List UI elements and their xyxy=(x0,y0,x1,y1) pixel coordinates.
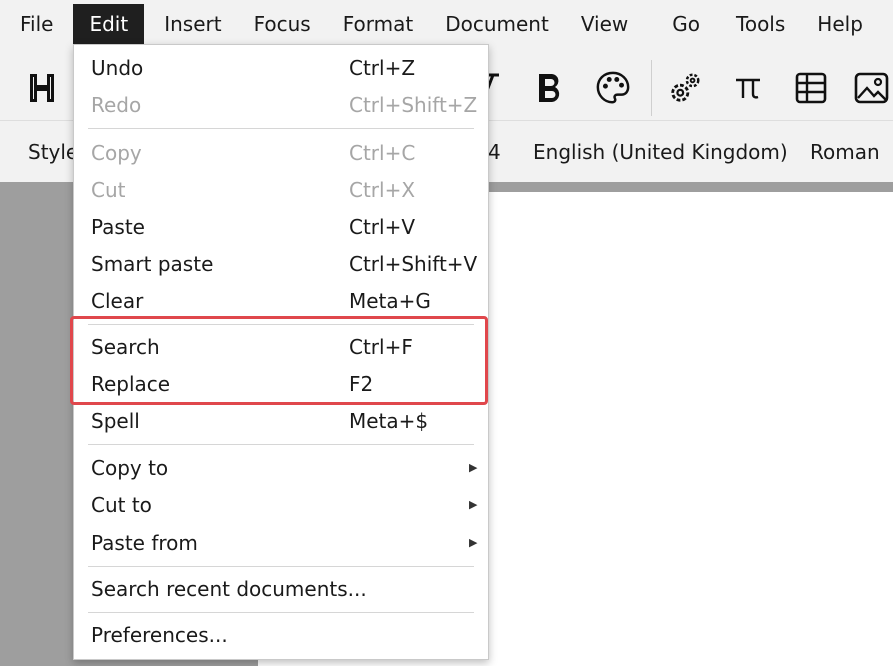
menu-item-paste[interactable]: Paste Ctrl+V xyxy=(74,209,488,245)
menu-item-shortcut: Ctrl+X xyxy=(349,178,416,202)
edit-menu-dropdown: Undo Ctrl+Z Redo Ctrl+Shift+Z Copy Ctrl+… xyxy=(73,44,489,660)
toolbar-separator xyxy=(651,60,652,116)
font-size-selector[interactable]: 4 xyxy=(488,140,501,164)
menu-item-label: Replace xyxy=(91,372,171,396)
menu-item-label: Redo xyxy=(91,93,142,117)
menu-item-label: Search recent documents... xyxy=(91,577,367,601)
palette-icon[interactable] xyxy=(595,70,631,106)
submenu-arrow-icon: ▶ xyxy=(469,536,478,549)
menu-item-cut[interactable]: Cut Ctrl+X xyxy=(74,172,488,208)
bold-icon[interactable] xyxy=(533,70,569,106)
menu-separator xyxy=(88,444,474,445)
menu-item-label: Spell xyxy=(91,409,140,433)
menu-separator xyxy=(88,128,474,129)
menu-item-shortcut: Ctrl+Shift+V xyxy=(349,252,478,276)
image-icon[interactable] xyxy=(854,70,890,106)
menu-item-undo[interactable]: Undo Ctrl+Z xyxy=(74,50,488,86)
menu-item-shortcut: Ctrl+Z xyxy=(349,56,416,80)
pi-icon[interactable] xyxy=(730,70,766,106)
menu-separator xyxy=(88,324,474,325)
menu-item-shortcut: Meta+G xyxy=(349,289,431,313)
menu-focus[interactable]: Focus xyxy=(238,4,327,44)
menu-item-shortcut: Ctrl+Shift+Z xyxy=(349,93,478,117)
menu-item-label: Preferences... xyxy=(91,623,228,647)
menu-file[interactable]: File xyxy=(0,4,69,44)
menu-item-label: Paste from xyxy=(91,531,198,555)
menu-item-clear[interactable]: Clear Meta+G xyxy=(74,283,488,319)
menu-item-search[interactable]: Search Ctrl+F xyxy=(74,329,488,365)
menu-item-replace[interactable]: Replace F2 xyxy=(74,366,488,402)
menu-tools[interactable]: Tools xyxy=(716,4,801,44)
menu-format[interactable]: Format xyxy=(327,4,429,44)
menu-insert[interactable]: Insert xyxy=(148,4,237,44)
menu-item-label: Smart paste xyxy=(91,252,214,276)
gears-icon[interactable] xyxy=(667,70,703,106)
language-selector[interactable]: English (United Kingdom) xyxy=(533,140,788,164)
menu-item-paste-from[interactable]: Paste from ▶ xyxy=(74,525,488,561)
menu-item-shortcut: Meta+$ xyxy=(349,409,429,433)
menu-item-spell[interactable]: Spell Meta+$ xyxy=(74,403,488,439)
menu-view[interactable]: View xyxy=(565,4,644,44)
heading-icon[interactable] xyxy=(24,70,60,106)
submenu-arrow-icon: ▶ xyxy=(469,461,478,474)
menu-item-shortcut: F2 xyxy=(349,372,374,396)
menu-item-copy[interactable]: Copy Ctrl+C xyxy=(74,135,488,171)
menu-item-search-recent-documents[interactable]: Search recent documents... xyxy=(74,571,488,607)
table-icon[interactable] xyxy=(793,70,829,106)
menu-separator xyxy=(88,612,474,613)
menu-item-label: Clear xyxy=(91,289,144,313)
font-selector[interactable]: Roman xyxy=(810,140,880,164)
menu-item-redo[interactable]: Redo Ctrl+Shift+Z xyxy=(74,87,488,123)
menu-item-label: Paste xyxy=(91,215,145,239)
menu-item-cut-to[interactable]: Cut to ▶ xyxy=(74,487,488,523)
menu-item-copy-to[interactable]: Copy to ▶ xyxy=(74,450,488,486)
menu-item-label: Cut to xyxy=(91,493,152,517)
menu-item-label: Copy to xyxy=(91,456,169,480)
submenu-arrow-icon: ▶ xyxy=(469,498,478,511)
menu-item-shortcut: Ctrl+V xyxy=(349,215,416,239)
menu-item-label: Cut xyxy=(91,178,126,202)
menu-separator xyxy=(88,566,474,567)
menu-document[interactable]: Document xyxy=(429,4,565,44)
style-selector[interactable]: Style xyxy=(28,140,78,164)
menu-edit[interactable]: Edit xyxy=(73,4,145,44)
menu-help[interactable]: Help xyxy=(801,4,879,44)
menu-bar: File Edit Insert Focus Format Document V… xyxy=(0,0,893,48)
menu-item-shortcut: Ctrl+F xyxy=(349,335,413,359)
menu-go[interactable]: Go xyxy=(644,4,716,44)
menu-item-smart-paste[interactable]: Smart paste Ctrl+Shift+V xyxy=(74,246,488,282)
menu-item-label: Copy xyxy=(91,141,142,165)
menu-item-label: Undo xyxy=(91,56,144,80)
menu-item-label: Search xyxy=(91,335,160,359)
menu-item-preferences[interactable]: Preferences... xyxy=(74,617,488,653)
menu-item-shortcut: Ctrl+C xyxy=(349,141,416,165)
